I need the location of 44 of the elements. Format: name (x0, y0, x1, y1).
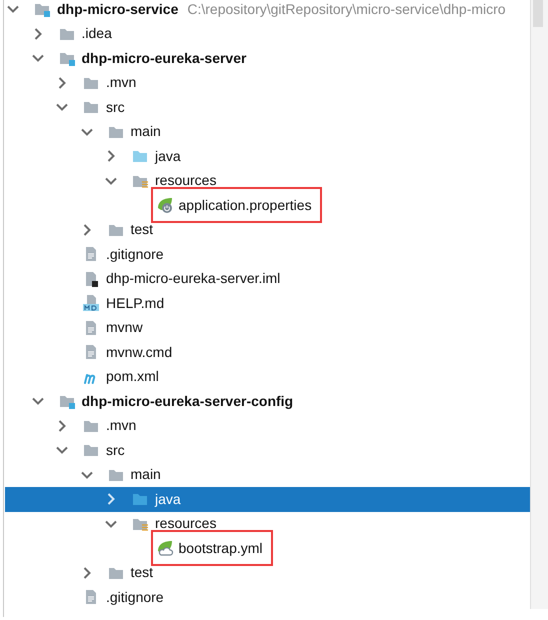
spring-leaf-icon (156, 196, 174, 214)
item-name[interactable]: src (106, 442, 125, 459)
item-name[interactable]: bootstrap.yml (178, 540, 263, 557)
folder-icon (132, 148, 148, 164)
folder-icon (132, 491, 148, 508)
item-name[interactable]: .mvn (106, 417, 136, 434)
item-name[interactable]: java (155, 490, 181, 508)
module-name[interactable]: dhp-micro-eureka-server-config (82, 392, 294, 410)
file-icon (83, 320, 99, 336)
module-folder-icon (58, 393, 74, 410)
file-icon (83, 589, 99, 606)
module-folder-icon (34, 1, 50, 18)
item-name[interactable]: .gitignore (106, 246, 164, 263)
item-name[interactable]: main (130, 466, 161, 484)
module-folder-icon (58, 50, 74, 66)
item-name[interactable]: pom.xml (106, 368, 159, 386)
item-name[interactable]: application.properties (178, 196, 312, 214)
item-name[interactable]: test (130, 221, 154, 238)
item-name[interactable]: .gitignore (106, 588, 164, 606)
module-name[interactable]: dhp-micro-eureka-server (82, 50, 246, 67)
item-name[interactable]: HELP.md (106, 294, 164, 312)
item-name[interactable]: src (106, 98, 125, 116)
project-path: C:\repository\gitRepository\micro-service\dhp-micro (187, 0, 506, 18)
scrollbar-thumb[interactable] (533, 0, 543, 27)
module-name[interactable]: dhp-micro-service (57, 0, 178, 18)
item-name[interactable]: .idea (82, 25, 112, 42)
file-icon (83, 246, 99, 262)
item-name[interactable]: mvnw (106, 319, 143, 336)
item-name[interactable]: main (130, 123, 161, 140)
item-name[interactable]: dhp-micro-eureka-server.iml (106, 270, 280, 288)
item-name[interactable]: java (155, 148, 181, 165)
scrollbar[interactable] (530, 0, 548, 609)
item-name[interactable]: mvnw.cmd (106, 344, 172, 361)
folder-icon (83, 442, 99, 458)
file-icon (83, 344, 99, 360)
item-name[interactable]: test (130, 564, 154, 582)
item-name[interactable]: resources (155, 172, 216, 190)
cloud-leaf-icon (156, 539, 174, 558)
item-name[interactable]: .mvn (106, 74, 136, 92)
markdown-file-icon (83, 295, 99, 312)
item-name[interactable]: resources (155, 515, 216, 532)
selected-row[interactable]: java (5, 487, 531, 512)
folder-icon (83, 99, 99, 116)
file-icon (83, 270, 99, 287)
